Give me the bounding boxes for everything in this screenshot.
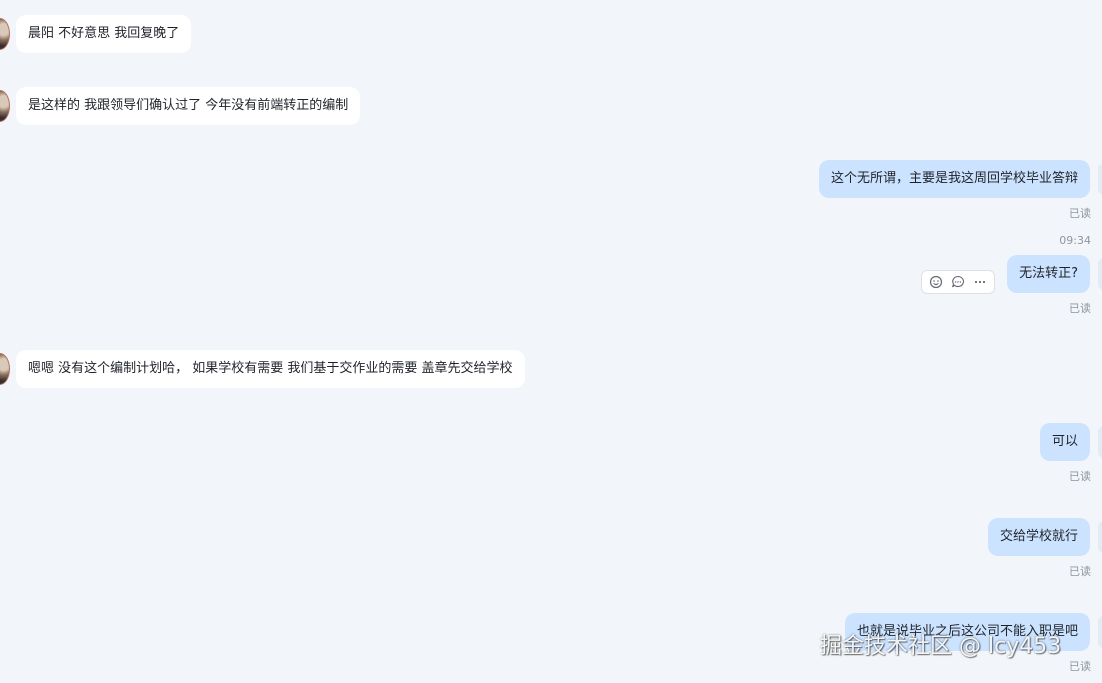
incoming-message-bubble[interactable]: 嗯嗯 没有这个编制计划哈， 如果学校有需要 我们基于交作业的需要 盖章先交给学校	[16, 350, 525, 388]
read-receipt: 已读	[1069, 207, 1091, 220]
more-icon[interactable]	[972, 274, 988, 290]
watermark: 掘金技术社区 @ lcy453	[820, 634, 1062, 659]
incoming-message-bubble[interactable]: 晨阳 不好意思 我回复晚了	[16, 15, 192, 53]
outgoing-message-bubble[interactable]: 无法转正?	[1007, 255, 1090, 293]
read-receipt: 已读	[1069, 660, 1091, 673]
reply-icon[interactable]	[950, 274, 966, 290]
own-avatar[interactable]	[1098, 163, 1102, 195]
message-timestamp: 09:34	[1059, 234, 1091, 247]
sender-avatar[interactable]	[0, 353, 10, 385]
own-avatar[interactable]	[1098, 426, 1102, 458]
own-avatar[interactable]	[1098, 258, 1102, 290]
message-hover-toolbar	[921, 270, 995, 294]
outgoing-message-bubble[interactable]: 交给学校就行	[987, 518, 1090, 556]
read-receipt: 已读	[1069, 302, 1091, 315]
sender-avatar[interactable]	[0, 90, 10, 122]
incoming-message-bubble[interactable]: 是这样的 我跟领导们确认过了 今年没有前端转正的编制	[16, 87, 361, 125]
outgoing-message-bubble[interactable]: 可以	[1039, 423, 1090, 461]
sender-avatar[interactable]	[0, 18, 10, 50]
reaction-icon[interactable]	[928, 274, 944, 290]
outgoing-message-bubble[interactable]: 这个无所谓，主要是我这周回学校毕业答辩	[818, 160, 1090, 198]
own-avatar[interactable]	[1098, 616, 1102, 648]
read-receipt: 已读	[1069, 565, 1091, 578]
read-receipt: 已读	[1069, 470, 1091, 483]
own-avatar[interactable]	[1098, 521, 1102, 553]
